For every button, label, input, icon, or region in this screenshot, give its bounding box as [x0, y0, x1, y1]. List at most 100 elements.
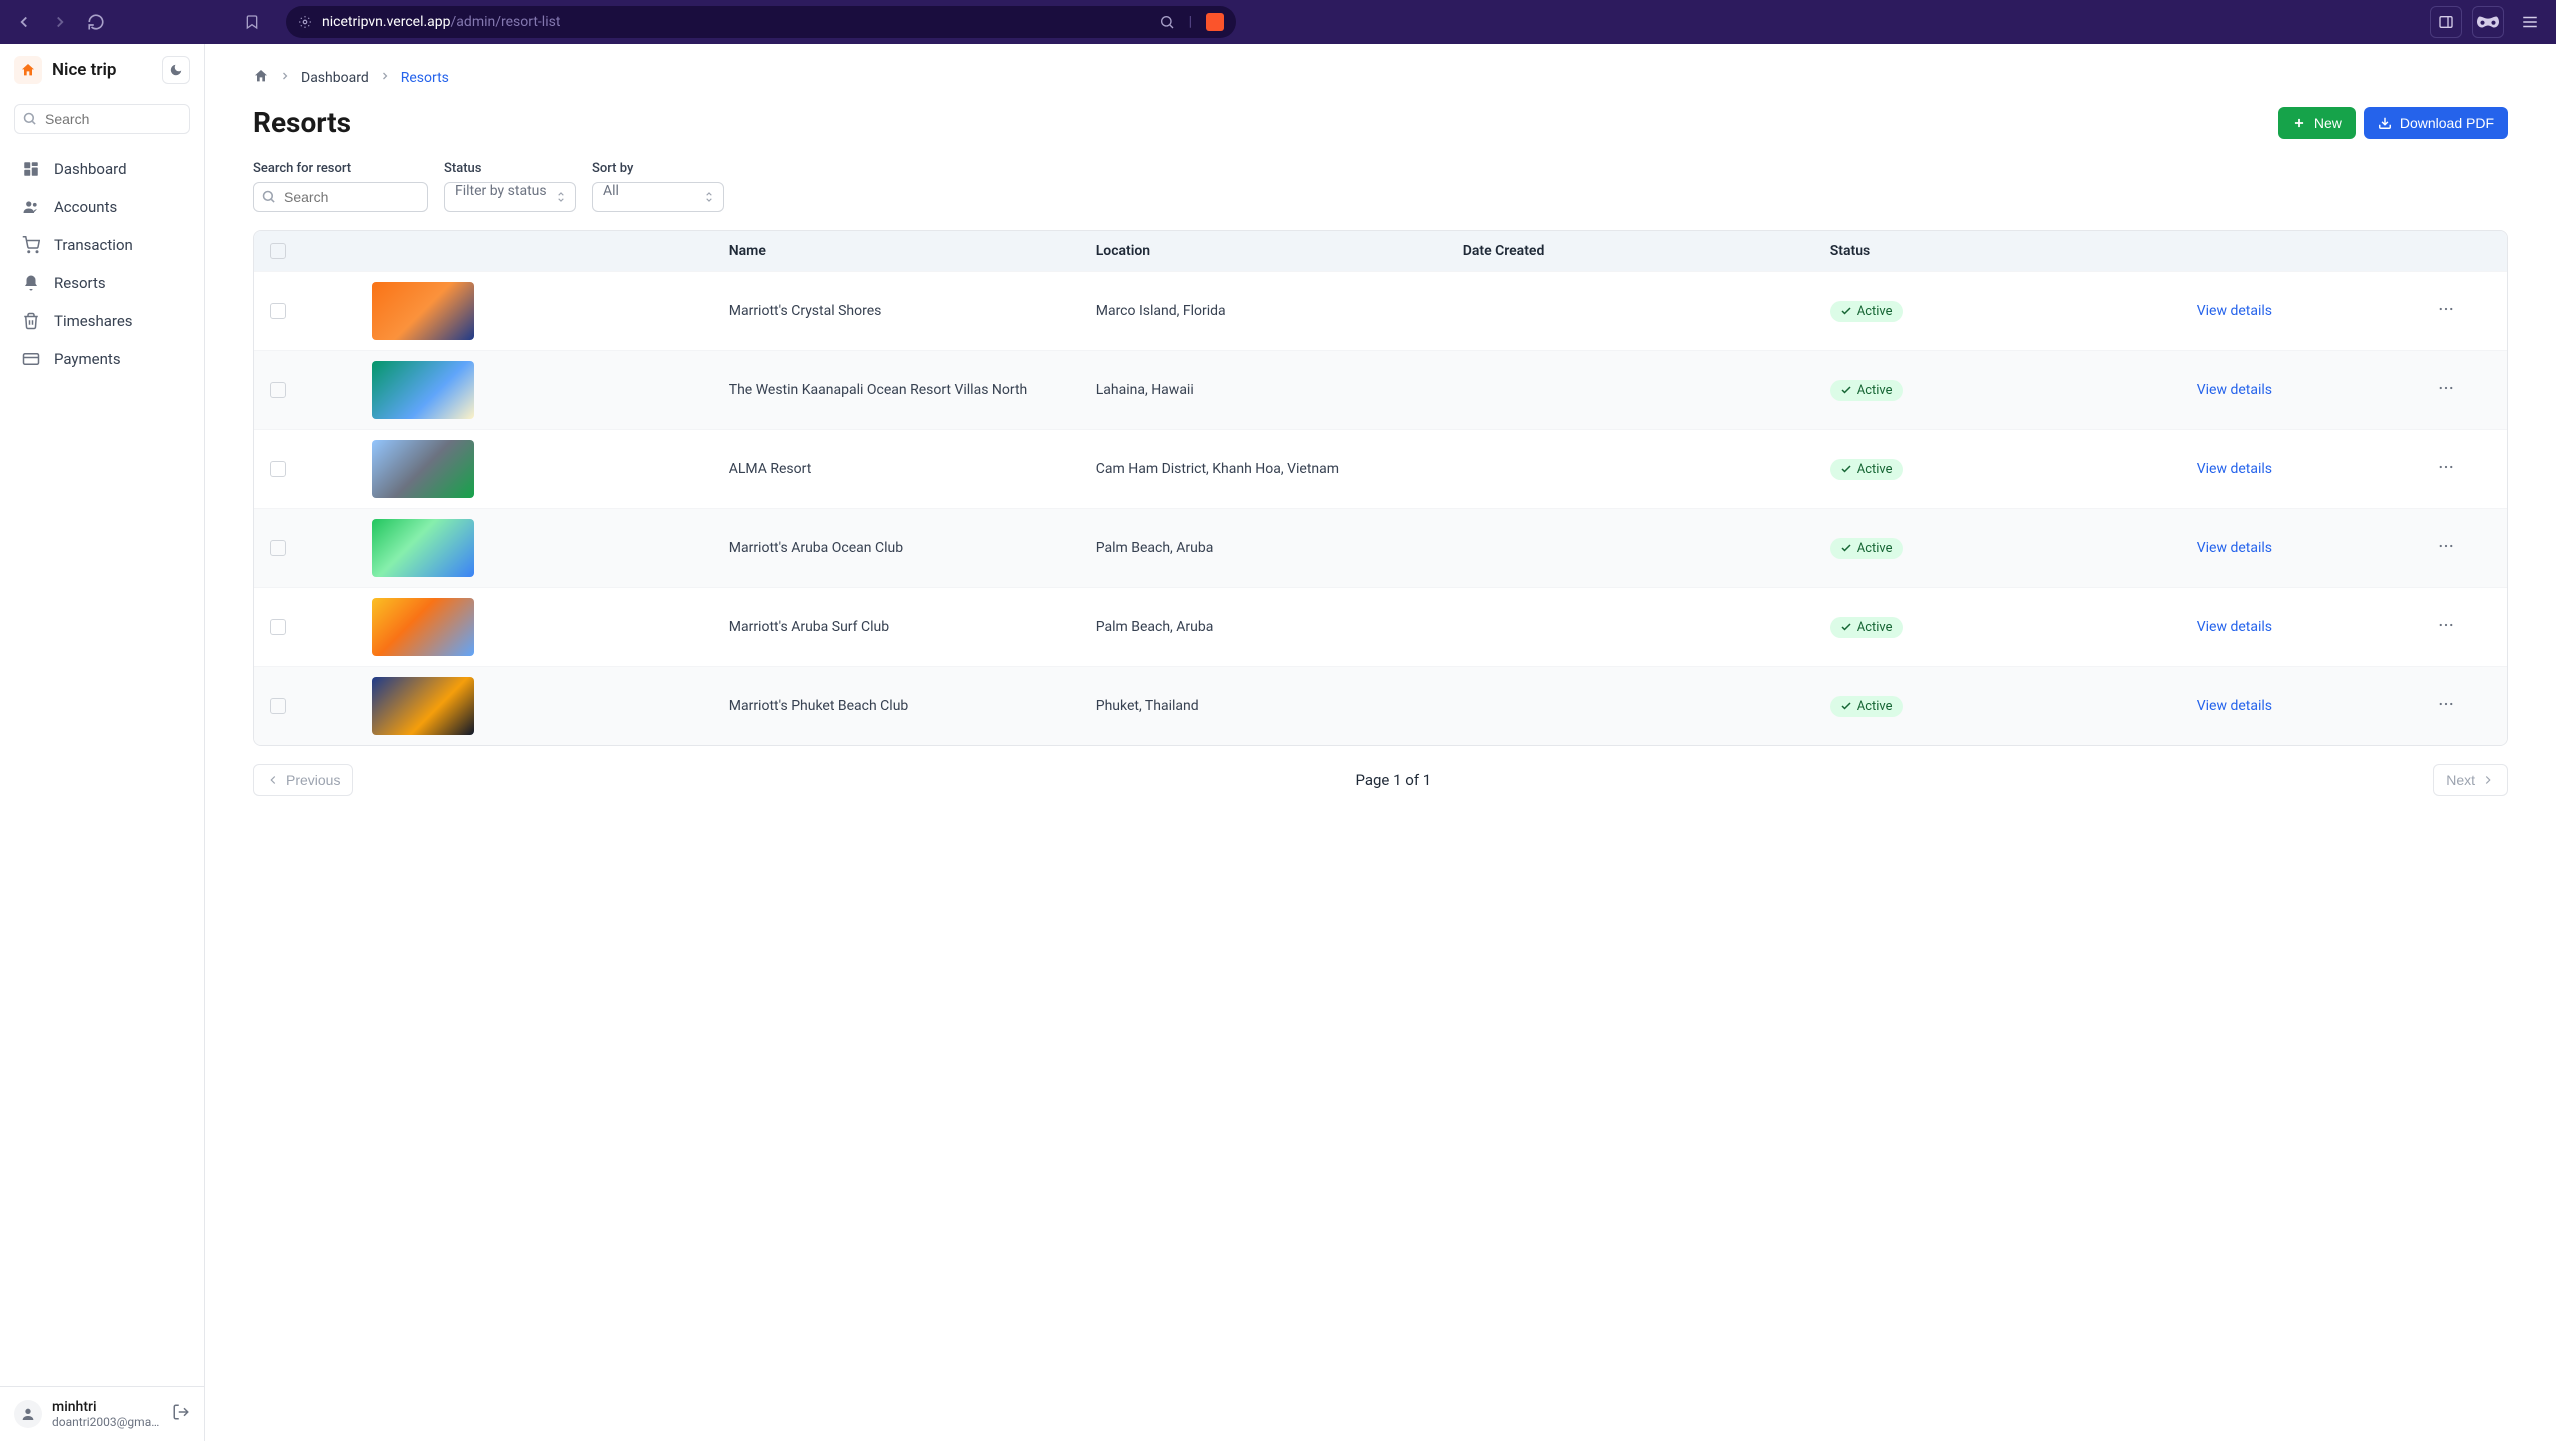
- brand-name: Nice trip: [52, 60, 117, 80]
- sidebar-toggle-icon[interactable]: [2430, 6, 2462, 38]
- row-checkbox[interactable]: [270, 698, 286, 714]
- view-details-link[interactable]: View details: [2197, 461, 2272, 477]
- more-actions-button[interactable]: [2437, 379, 2455, 397]
- row-checkbox[interactable]: [270, 540, 286, 556]
- search-label: Search for resort: [253, 161, 428, 176]
- menu-icon[interactable]: [2514, 6, 2546, 38]
- table-row: Marriott's Aruba Surf ClubPalm Beach, Ar…: [254, 588, 2507, 667]
- view-details-link[interactable]: View details: [2197, 303, 2272, 319]
- resort-location: Marco Island, Florida: [1080, 272, 1447, 351]
- search-icon: [22, 111, 37, 130]
- search-icon[interactable]: [1159, 14, 1175, 30]
- search-input[interactable]: [253, 182, 428, 212]
- breadcrumb: Dashboard Resorts: [253, 68, 2508, 88]
- sidebar-item-resorts[interactable]: Resorts: [8, 264, 196, 302]
- browser-forward-button[interactable]: [46, 8, 74, 36]
- resort-date: [1447, 430, 1814, 509]
- browser-reload-button[interactable]: [82, 8, 110, 36]
- more-actions-button[interactable]: [2437, 695, 2455, 713]
- sidebar-item-label: Payments: [54, 350, 121, 368]
- user-email: doantri2003@gmail.com: [52, 1415, 162, 1429]
- card-icon: [22, 350, 40, 368]
- breadcrumb-dashboard[interactable]: Dashboard: [301, 70, 369, 86]
- theme-toggle[interactable]: [162, 56, 190, 84]
- sidebar-item-accounts[interactable]: Accounts: [8, 188, 196, 226]
- more-actions-button[interactable]: [2437, 537, 2455, 555]
- view-details-link[interactable]: View details: [2197, 540, 2272, 556]
- row-checkbox[interactable]: [270, 619, 286, 635]
- url-text: nicetripvn.vercel.app/admin/resort-list: [322, 14, 560, 30]
- resort-date: [1447, 667, 1814, 746]
- browser-back-button[interactable]: [10, 8, 38, 36]
- private-mode-icon[interactable]: [2472, 6, 2504, 38]
- sort-select[interactable]: All: [592, 182, 724, 212]
- resort-location: Lahaina, Hawaii: [1080, 351, 1447, 430]
- dashboard-icon: [22, 160, 40, 178]
- resort-name: ALMA Resort: [713, 430, 1080, 509]
- table-row: Marriott's Phuket Beach ClubPhuket, Thai…: [254, 667, 2507, 746]
- view-details-link[interactable]: View details: [2197, 382, 2272, 398]
- chevron-right-icon: [279, 70, 291, 86]
- row-checkbox[interactable]: [270, 461, 286, 477]
- trash-icon: [22, 312, 40, 330]
- select-all-checkbox[interactable]: [270, 243, 286, 259]
- url-bar[interactable]: nicetripvn.vercel.app/admin/resort-list …: [286, 6, 1236, 38]
- col-status: Status: [1814, 231, 2181, 272]
- status-select[interactable]: Filter by status: [444, 182, 576, 212]
- resort-name: Marriott's Crystal Shores: [713, 272, 1080, 351]
- resort-location: Palm Beach, Aruba: [1080, 588, 1447, 667]
- sort-label: Sort by: [592, 161, 724, 176]
- table-row: Marriott's Crystal ShoresMarco Island, F…: [254, 272, 2507, 351]
- view-details-link[interactable]: View details: [2197, 619, 2272, 635]
- sidebar-item-timeshares[interactable]: Timeshares: [8, 302, 196, 340]
- row-checkbox[interactable]: [270, 303, 286, 319]
- resort-thumbnail: [372, 519, 474, 577]
- logout-button[interactable]: [172, 1403, 190, 1425]
- people-icon: [22, 198, 40, 216]
- sidebar-item-label: Resorts: [54, 274, 106, 292]
- bookmark-icon[interactable]: [238, 8, 266, 36]
- more-actions-button[interactable]: [2437, 458, 2455, 476]
- resort-thumbnail: [372, 361, 474, 419]
- table-row: Marriott's Aruba Ocean ClubPalm Beach, A…: [254, 509, 2507, 588]
- new-button[interactable]: New: [2278, 107, 2356, 139]
- status-badge: Active: [1830, 696, 1903, 717]
- more-actions-button[interactable]: [2437, 616, 2455, 634]
- sidebar: Nice trip Dashboard AccountsTransaction Re…: [0, 44, 205, 1441]
- resort-thumbnail: [372, 282, 474, 340]
- home-icon[interactable]: [253, 68, 269, 88]
- brave-shield-icon[interactable]: [1206, 13, 1224, 31]
- col-location: Location: [1080, 231, 1447, 272]
- resort-name: The Westin Kaanapali Ocean Resort Villas…: [713, 351, 1080, 430]
- sidebar-item-dashboard[interactable]: Dashboard: [8, 150, 196, 188]
- table-row: ALMA ResortCam Ham District, Khanh Hoa, …: [254, 430, 2507, 509]
- status-label: Status: [444, 161, 576, 176]
- table-row: The Westin Kaanapali Ocean Resort Villas…: [254, 351, 2507, 430]
- resort-date: [1447, 588, 1814, 667]
- download-icon: [2378, 116, 2392, 130]
- resort-name: Marriott's Aruba Surf Club: [713, 588, 1080, 667]
- browser-chrome: nicetripvn.vercel.app/admin/resort-list …: [0, 0, 2556, 44]
- sidebar-search-input[interactable]: [14, 104, 190, 134]
- more-actions-button[interactable]: [2437, 300, 2455, 318]
- resort-date: [1447, 509, 1814, 588]
- status-badge: Active: [1830, 380, 1903, 401]
- breadcrumb-current: Resorts: [401, 70, 449, 86]
- sidebar-item-transaction[interactable]: Transaction: [8, 226, 196, 264]
- sidebar-item-payments[interactable]: Payments: [8, 340, 196, 378]
- page-info: Page 1 of 1: [353, 771, 2433, 789]
- download-pdf-button[interactable]: Download PDF: [2364, 107, 2508, 139]
- sidebar-item-label: Timeshares: [54, 312, 133, 330]
- view-details-link[interactable]: View details: [2197, 698, 2272, 714]
- resort-name: Marriott's Aruba Ocean Club: [713, 509, 1080, 588]
- previous-button[interactable]: Previous: [253, 764, 353, 796]
- col-date: Date Created: [1447, 231, 1814, 272]
- moon-icon: [169, 63, 183, 77]
- next-button[interactable]: Next: [2433, 764, 2508, 796]
- user-name: minhtri: [52, 1399, 162, 1415]
- resort-date: [1447, 351, 1814, 430]
- sidebar-item-label: Dashboard: [54, 160, 127, 178]
- bell-icon: [22, 274, 40, 292]
- row-checkbox[interactable]: [270, 382, 286, 398]
- site-settings-icon: [298, 15, 312, 29]
